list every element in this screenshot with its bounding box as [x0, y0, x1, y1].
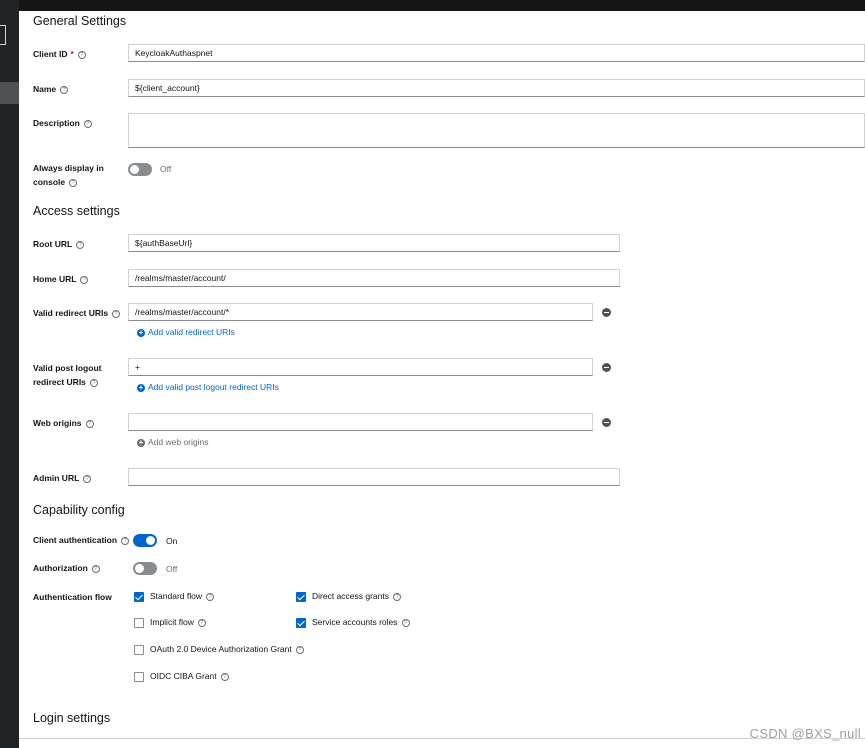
standard-flow-label: Standard flow?: [150, 591, 214, 601]
home-url-input[interactable]: /realms/master/account/: [128, 269, 620, 287]
auth-flow-label: Authentication flow: [33, 592, 112, 602]
service-accounts-label: Service accounts roles?: [312, 617, 410, 627]
home-url-label: Home URL?: [33, 272, 89, 286]
help-icon[interactable]: ?: [393, 592, 401, 601]
help-icon[interactable]: ?: [121, 536, 130, 545]
client-id-label: Client ID *?: [33, 47, 86, 61]
always-display-state: Off: [160, 164, 172, 174]
ciba-grant-label: OIDC CIBA Grant?: [150, 671, 229, 681]
service-accounts-checkbox[interactable]: [296, 618, 306, 628]
left-nav: [0, 0, 19, 748]
help-icon[interactable]: ?: [89, 378, 98, 387]
plus-circle-icon: +: [137, 437, 145, 447]
access-settings-title: Access settings: [33, 204, 120, 218]
top-bar: [0, 0, 865, 11]
post-logout-label: Valid post logout redirect URIs?: [33, 363, 102, 387]
help-icon[interactable]: ?: [112, 309, 121, 318]
add-post-logout-link[interactable]: + Add valid post logout redirect URIs: [137, 382, 279, 392]
direct-access-label: Direct access grants?: [312, 591, 401, 601]
capability-config-title: Capability config: [33, 503, 125, 517]
valid-redirect-input[interactable]: /realms/master/account/*: [128, 303, 593, 321]
root-url-label: Root URL?: [33, 237, 85, 251]
section-divider: [19, 738, 865, 739]
always-display-toggle[interactable]: [128, 163, 152, 176]
authorization-state: Off: [166, 564, 178, 574]
web-origins-label: Web origins?: [33, 416, 94, 430]
root-url-input[interactable]: ${authBaseUrl}: [128, 234, 620, 252]
authorization-label: Authorization?: [33, 561, 100, 575]
help-icon[interactable]: ?: [197, 618, 206, 627]
description-textarea[interactable]: [128, 113, 865, 148]
help-icon[interactable]: ?: [69, 178, 78, 187]
client-auth-label: Client authentication?: [33, 533, 130, 547]
help-icon[interactable]: ?: [77, 50, 86, 59]
client-auth-toggle[interactable]: [133, 534, 157, 547]
direct-access-checkbox[interactable]: [296, 592, 306, 602]
help-icon[interactable]: ?: [295, 645, 304, 654]
device-grant-checkbox[interactable]: [134, 645, 144, 655]
plus-circle-icon: +: [137, 382, 145, 392]
nav-toggle-box[interactable]: [0, 25, 6, 45]
device-grant-label: OAuth 2.0 Device Authorization Grant?: [150, 644, 304, 654]
help-icon[interactable]: ?: [80, 275, 89, 284]
web-origins-input[interactable]: [128, 413, 593, 431]
help-icon[interactable]: ?: [83, 119, 92, 128]
nav-active-item[interactable]: [0, 82, 19, 104]
help-icon[interactable]: ?: [205, 592, 214, 601]
required-asterisk: *: [70, 49, 74, 59]
toggle-knob: [135, 564, 144, 573]
implicit-flow-checkbox[interactable]: [134, 618, 144, 628]
valid-redirect-label: Valid redirect URIs?: [33, 306, 121, 320]
ciba-grant-checkbox[interactable]: [134, 672, 144, 682]
help-icon[interactable]: ?: [76, 240, 85, 249]
add-web-origins-link[interactable]: + Add web origins: [137, 437, 208, 447]
general-settings-title: General Settings: [33, 14, 127, 28]
watermark: CSDN @BXS_null: [749, 726, 861, 741]
admin-url-input[interactable]: [128, 468, 620, 486]
name-label: Name?: [33, 82, 69, 96]
login-settings-title: Login settings: [33, 711, 111, 725]
toggle-knob: [130, 165, 139, 174]
remove-post-logout-icon[interactable]: [602, 363, 611, 372]
help-icon[interactable]: ?: [91, 564, 100, 573]
standard-flow-checkbox[interactable]: [134, 592, 144, 602]
client-auth-state: On: [166, 536, 178, 546]
name-input[interactable]: ${client_account}: [128, 79, 865, 97]
help-icon[interactable]: ?: [220, 672, 229, 681]
always-display-label: Always display in console?: [33, 163, 104, 187]
authorization-toggle[interactable]: [133, 562, 157, 575]
post-logout-input[interactable]: +: [128, 358, 593, 376]
toggle-knob: [146, 536, 155, 545]
help-icon[interactable]: ?: [60, 85, 69, 94]
plus-circle-icon: +: [137, 327, 145, 337]
client-id-input[interactable]: KeycloakAuthaspnet: [128, 44, 865, 62]
admin-url-label: Admin URL?: [33, 471, 92, 485]
implicit-flow-label: Implicit flow?: [150, 617, 206, 627]
client-settings-form: General Settings Client ID *? KeycloakAut…: [19, 11, 865, 748]
help-icon[interactable]: ?: [401, 618, 410, 627]
remove-web-origin-icon[interactable]: [602, 418, 611, 427]
add-valid-redirect-link[interactable]: + Add valid redirect URIs: [137, 327, 235, 337]
remove-redirect-icon[interactable]: [602, 308, 611, 317]
description-label: Description?: [33, 116, 92, 130]
help-icon[interactable]: ?: [83, 474, 92, 483]
help-icon[interactable]: ?: [85, 419, 94, 428]
